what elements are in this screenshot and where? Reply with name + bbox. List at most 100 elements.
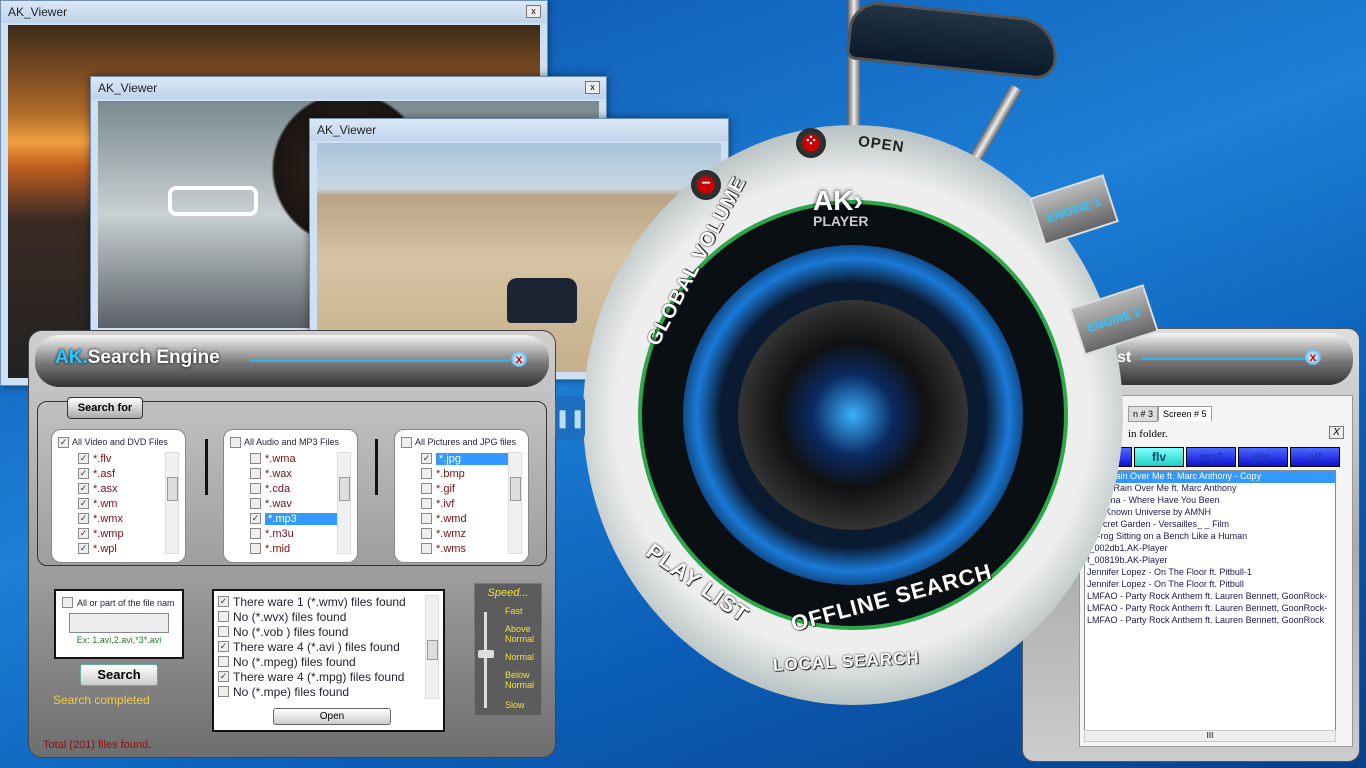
minimize-button[interactable]: − xyxy=(691,170,721,200)
extension-item[interactable]: ✓ *.wm xyxy=(78,496,168,511)
result-item[interactable]: ✓ There ware 1 (*.wmv) files found xyxy=(218,594,439,609)
filename-checkbox[interactable] xyxy=(62,597,73,608)
picture-types-box: All Pictures and JPG files ✓ *.jpg *.bmp *.g… xyxy=(394,429,529,563)
checkbox[interactable]: ✓ xyxy=(78,543,89,554)
checkbox[interactable] xyxy=(421,543,432,554)
checkbox[interactable] xyxy=(218,626,229,637)
checkbox[interactable]: ✓ xyxy=(250,513,261,524)
extension-item[interactable]: *.wmd xyxy=(421,511,511,526)
checkbox[interactable] xyxy=(230,436,241,448)
extension-item[interactable]: *.wav xyxy=(250,496,340,511)
horizontal-scrollbar[interactable]: III xyxy=(1084,730,1336,742)
checkbox[interactable] xyxy=(250,468,261,479)
ak-player-logo: AK› PLAYER xyxy=(813,185,869,229)
extension-item[interactable]: *.ivf xyxy=(421,496,511,511)
search-button[interactable]: Search xyxy=(80,664,158,686)
tab-screen-3[interactable]: n # 3 xyxy=(1128,406,1159,422)
speed-control: Speed... Fast Above Normal Normal Below … xyxy=(474,583,542,716)
speed-normal: Normal xyxy=(505,652,535,662)
extension-item[interactable]: ✓ *.wpl xyxy=(78,541,168,556)
close-button[interactable]: x xyxy=(1305,349,1321,365)
example-text: Ex: 1.avi,2.avi,*3*.avi xyxy=(76,635,162,645)
checkbox[interactable] xyxy=(421,513,432,524)
close-button[interactable]: x xyxy=(511,351,527,367)
speaker-center[interactable] xyxy=(738,300,968,530)
checkbox[interactable] xyxy=(218,686,229,697)
checkbox[interactable]: ✓ xyxy=(218,671,229,682)
scrollbar[interactable] xyxy=(508,452,522,554)
result-text: There ware 4 (*.avi ) files found xyxy=(233,639,400,654)
checkbox[interactable] xyxy=(250,543,261,554)
extension-item[interactable]: *.wms xyxy=(421,541,511,556)
extension-item[interactable]: ✓ *.mp3 xyxy=(250,511,340,526)
checkbox[interactable] xyxy=(250,528,261,539)
result-item[interactable]: No (*.vob ) files found xyxy=(218,624,439,639)
extension-item[interactable]: *.mid xyxy=(250,541,340,556)
checkbox[interactable] xyxy=(250,483,261,494)
filter-tab-mp3[interactable]: mp3 xyxy=(1186,447,1236,467)
filename-input[interactable] xyxy=(69,613,169,633)
extension-item[interactable]: ✓ *.asf xyxy=(78,466,168,481)
extension-item[interactable]: *.cda xyxy=(250,481,340,496)
scrollbar[interactable] xyxy=(165,452,179,554)
result-item[interactable]: No (*.mpe) files found xyxy=(218,684,439,699)
checkbox[interactable] xyxy=(218,656,229,667)
checkbox[interactable]: ✓ xyxy=(78,468,89,479)
speed-slider-thumb[interactable] xyxy=(478,650,494,658)
video-types-box: ✓ All Video and DVD Files ✓ *.flv ✓ *.asf ✓ *.a… xyxy=(51,429,186,563)
checkbox[interactable] xyxy=(401,436,412,448)
clear-button[interactable]: X xyxy=(1329,426,1344,439)
extension-item[interactable]: ✓ *.flv xyxy=(78,451,168,466)
carry-handle[interactable] xyxy=(845,0,1061,81)
extension-item[interactable]: ✓ *.wmp xyxy=(78,526,168,541)
extension-item[interactable]: ✓ *.wmx xyxy=(78,511,168,526)
checkbox[interactable]: ✓ xyxy=(78,483,89,494)
extension-item[interactable]: *.wmz xyxy=(421,526,511,541)
extension-label: *.wax xyxy=(265,467,292,480)
engine-1-button[interactable]: ENGINE 1 xyxy=(1029,174,1119,246)
checkbox[interactable]: ✓ xyxy=(78,513,89,524)
filter-tab-all[interactable]: all xyxy=(1290,447,1340,467)
extension-item[interactable]: *.bmp xyxy=(421,466,511,481)
menu-button[interactable]: ⁘ xyxy=(796,128,826,158)
extension-item[interactable]: *.m3u xyxy=(250,526,340,541)
result-item[interactable]: No (*.mpeg) files found xyxy=(218,654,439,669)
checkbox[interactable]: ✓ xyxy=(58,436,69,448)
speed-title: Speed... xyxy=(487,587,529,599)
select-all-row[interactable]: All Audio and MP3 Files xyxy=(230,435,351,449)
select-all-row[interactable]: ✓ All Video and DVD Files xyxy=(58,435,179,449)
result-item[interactable]: ✓ There ware 4 (*.mpg) files found xyxy=(218,669,439,684)
filter-tab-pic[interactable]: pic. xyxy=(1238,447,1288,467)
checkbox[interactable] xyxy=(250,453,261,464)
select-all-row[interactable]: All Pictures and JPG files xyxy=(401,435,522,449)
pause-button[interactable]: ❚❚ xyxy=(555,396,585,440)
close-button[interactable]: x xyxy=(526,5,541,18)
checkbox[interactable] xyxy=(421,483,432,494)
divider xyxy=(1141,357,1313,360)
extension-item[interactable]: *.wax xyxy=(250,466,340,481)
filter-tab-flv[interactable]: flv xyxy=(1134,447,1184,467)
tab-screen-5[interactable]: Screen # 5 xyxy=(1158,406,1212,421)
extension-item[interactable]: *.gif xyxy=(421,481,511,496)
checkbox[interactable]: ✓ xyxy=(78,528,89,539)
checkbox[interactable]: ✓ xyxy=(218,596,229,607)
checkbox[interactable] xyxy=(218,611,229,622)
search-for-button[interactable]: Search for xyxy=(67,397,143,419)
checkbox[interactable]: ✓ xyxy=(78,498,89,509)
extension-item[interactable]: ✓ *.jpg xyxy=(421,451,511,466)
open-button[interactable]: Open xyxy=(273,708,391,725)
extension-item[interactable]: ✓ *.asx xyxy=(78,481,168,496)
checkbox[interactable]: ✓ xyxy=(421,453,432,464)
checkbox[interactable] xyxy=(421,468,432,479)
checkbox[interactable] xyxy=(421,528,432,539)
result-item[interactable]: ✓ There ware 4 (*.avi ) files found xyxy=(218,639,439,654)
scrollbar[interactable] xyxy=(425,595,439,699)
checkbox[interactable] xyxy=(250,498,261,509)
checkbox[interactable]: ✓ xyxy=(218,641,229,652)
scrollbar[interactable] xyxy=(337,452,351,554)
speed-slider[interactable] xyxy=(484,612,487,708)
result-item[interactable]: No (*.wvx) files found xyxy=(218,609,439,624)
extension-item[interactable]: *.wma xyxy=(250,451,340,466)
checkbox[interactable] xyxy=(421,498,432,509)
checkbox[interactable]: ✓ xyxy=(78,453,89,464)
